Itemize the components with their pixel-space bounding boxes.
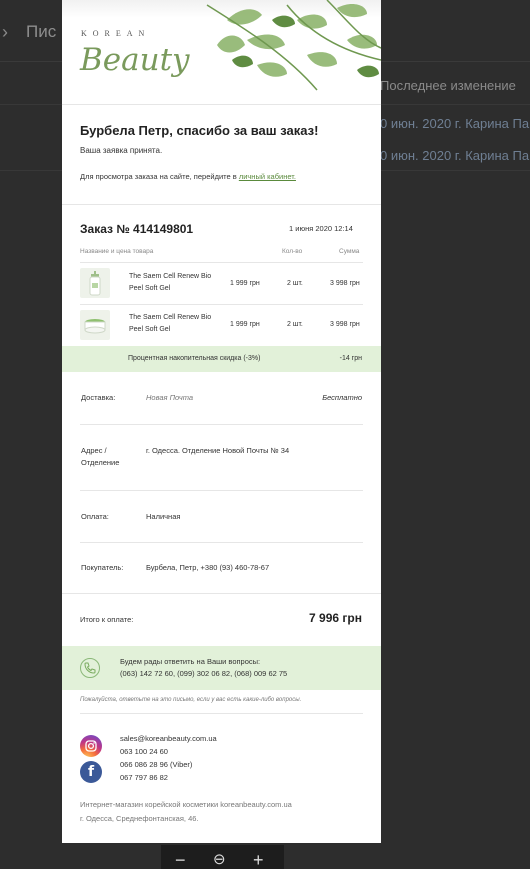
divider — [62, 204, 381, 205]
view-order-text: Для просмотра заказа на сайте, перейдите… — [80, 172, 296, 181]
divider — [62, 104, 381, 105]
product-name[interactable]: The Saem Cell Renew Bio Peel Soft Gel — [129, 271, 224, 295]
order-date: 1 июня 2020 12:14 — [289, 224, 353, 233]
product-qty: 2 шт. — [287, 280, 303, 287]
order-accepted-text: Ваша заявка принята. — [80, 146, 163, 155]
support-phones[interactable]: (063) 142 72 60, (099) 302 06 82, (068) … — [120, 669, 287, 678]
header-qty: Кол-во — [282, 248, 303, 255]
row-author: Карина Па — [465, 116, 530, 131]
divider — [62, 593, 381, 594]
instagram-glyph-icon — [85, 740, 97, 752]
footer-address: г. Одесса, Среднефонтанская, 46. — [80, 814, 199, 823]
divider — [80, 304, 363, 305]
divider — [80, 424, 363, 425]
zoom-in-button[interactable]: + — [253, 851, 264, 869]
greeting-heading: Бурбела Петр, спасибо за ваш заказ! — [80, 123, 319, 138]
phone-glyph-icon — [84, 662, 96, 674]
product-sum: 3 998 грн — [330, 321, 360, 328]
product-jar-icon — [84, 319, 106, 334]
contact-phone[interactable]: 063 100 24 60 — [120, 747, 168, 756]
footer-store: Интернет-магазин корейской косметики kor… — [80, 800, 292, 809]
email-preview: KOREAN Beauty Бурбела Петр, спасибо за в… — [62, 0, 381, 843]
reply-note: Пожалуйста, ответьте на это письмо, если… — [80, 697, 302, 703]
payment-label: Оплата: — [81, 512, 109, 521]
contact-email[interactable]: sales@koreanbeauty.com.ua — [120, 734, 217, 743]
contact-phone[interactable]: 067 797 86 82 — [120, 773, 168, 782]
divider — [80, 713, 363, 714]
header-sum: Сумма — [339, 248, 360, 255]
account-link[interactable]: личный кабинет. — [239, 172, 296, 181]
payment-value: Наличная — [146, 512, 181, 521]
delivery-label: Доставка: — [81, 393, 116, 402]
delivery-price: Бесплатно — [322, 393, 362, 402]
discount-value: -14 грн — [339, 355, 362, 362]
delivery-method: Новая Почта — [146, 393, 194, 402]
contact-phone[interactable]: 066 086 28 96 (Viber) — [120, 760, 192, 769]
divider — [80, 262, 363, 263]
divider — [80, 490, 363, 491]
divider — [80, 542, 363, 543]
facebook-icon[interactable]: f — [80, 761, 102, 783]
address-label: Адрес / Отделение — [81, 446, 120, 467]
product-bottle-icon — [89, 271, 101, 296]
row-date: 0 июн. 2020 г. — [380, 116, 462, 131]
support-title: Будем рады ответить на Ваши вопросы: — [120, 657, 261, 666]
support-block: Будем рады ответить на Ваши вопросы: (06… — [62, 646, 381, 690]
logo-text-beauty: Beauty — [80, 42, 190, 78]
product-price: 1 999 грн — [230, 280, 260, 287]
view-order-prefix: Для просмотра заказа на сайте, перейдите… — [80, 172, 239, 181]
zoom-reset-icon[interactable]: ⊖ — [213, 851, 226, 869]
discount-row: Процентная накопительная скидка (-3%) -1… — [62, 346, 381, 372]
header-product: Название и цена товара — [80, 248, 154, 255]
product-image[interactable] — [80, 268, 110, 298]
total-label: Итого к оплате: — [80, 615, 134, 624]
phone-icon — [80, 658, 100, 678]
instagram-icon[interactable] — [80, 735, 102, 757]
zoom-toolbar: − ⊖ + — [161, 845, 284, 869]
buyer-label: Покупатель: — [81, 563, 124, 572]
zoom-out-button[interactable]: − — [175, 851, 186, 869]
discount-label: Процентная накопительная скидка (-3%) — [128, 355, 261, 362]
background-row[interactable]: 0 июн. 2020 г. Карина Па — [380, 148, 529, 163]
background-row[interactable]: 0 июн. 2020 г. Карина Па — [380, 116, 529, 131]
row-date: 0 июн. 2020 г. — [380, 148, 462, 163]
product-name[interactable]: The Saem Cell Renew Bio Peel Soft Gel — [129, 312, 224, 336]
leaves-illustration — [206, 0, 381, 91]
logo-text-korean: KOREAN — [81, 29, 151, 38]
chevron-right-icon[interactable]: › — [2, 22, 8, 43]
product-price: 1 999 грн — [230, 321, 260, 328]
address-value: г. Одесса. Отделение Новой Почты № 34 — [146, 446, 290, 455]
background-page-title: Пис — [26, 22, 57, 41]
row-author: Карина Па — [465, 148, 530, 163]
buyer-value: Бурбела, Петр, +380 (93) 460-78-67 — [146, 563, 270, 572]
product-sum: 3 998 грн — [330, 280, 360, 287]
product-qty: 2 шт. — [287, 321, 303, 328]
product-image[interactable] — [80, 310, 110, 340]
total-amount: 7 996 грн — [309, 611, 362, 625]
order-number: Заказ № 414149801 — [80, 222, 194, 236]
background-column-header: Последнее изменение — [380, 78, 516, 93]
